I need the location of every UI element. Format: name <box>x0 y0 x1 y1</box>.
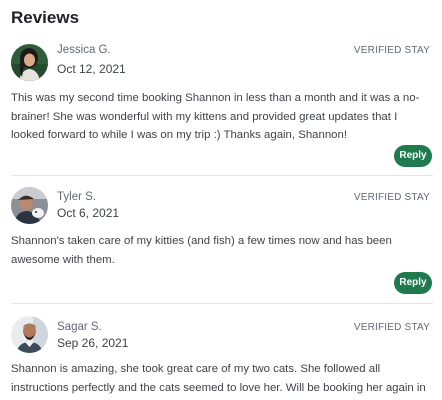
reviewer-name: Jessica G. <box>57 44 111 56</box>
divider <box>11 303 433 304</box>
review-text: Shannon is amazing, she took great care … <box>11 363 426 394</box>
review-date: Sep 26, 2021 <box>57 336 129 350</box>
review-text: Shannon's taken care of my kitties (and … <box>11 235 392 266</box>
verified-stay-badge: VERIFIED STAY <box>353 45 430 56</box>
review-text: This was my second time booking Shannon … <box>11 92 420 141</box>
reviewer-avatar <box>11 316 48 353</box>
reply-button[interactable]: Reply <box>394 272 432 294</box>
divider <box>11 175 433 176</box>
review-date: Oct 6, 2021 <box>57 206 120 220</box>
review-date: Oct 12, 2021 <box>57 62 126 76</box>
verified-stay-badge: VERIFIED STAY <box>353 322 430 333</box>
reply-button[interactable]: Reply <box>394 145 432 167</box>
reviewer-name: Sagar S. <box>57 321 102 333</box>
page-title: Reviews <box>11 8 80 27</box>
reviewer-name: Tyler S. <box>57 191 96 203</box>
reviewer-avatar <box>11 187 48 224</box>
reviewer-avatar <box>11 44 48 81</box>
verified-stay-badge: VERIFIED STAY <box>353 192 430 203</box>
